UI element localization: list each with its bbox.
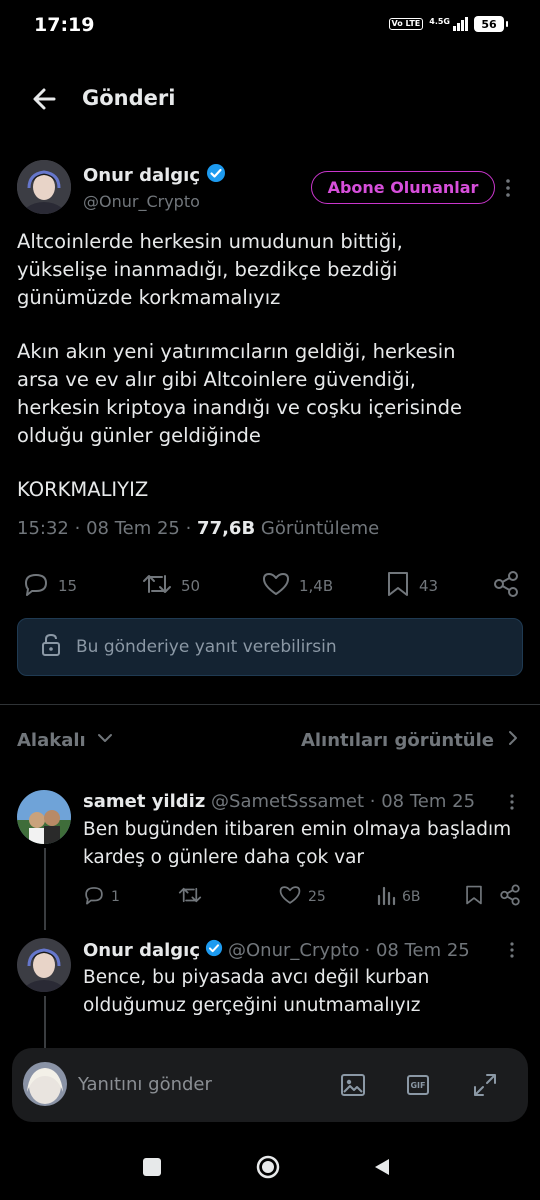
more-options-icon[interactable] [504,178,512,201]
like-button[interactable]: 1,4B [261,570,333,602]
status-icons: Vo LTE 4.5G 56 [388,16,508,32]
my-avatar[interactable] [23,1062,67,1106]
lock-icon [40,633,62,662]
reply-reply-count: 1 [111,889,120,905]
author-name-row[interactable]: Onur dalgıç [83,163,226,187]
reply-icon [22,570,50,602]
reply-author-name[interactable]: samet yildiz [83,791,205,812]
reply-author-handle[interactable]: @SametSssamet [211,791,364,812]
reply-input-placeholder[interactable]: Yanıtını gönder [78,1074,212,1095]
bookmark-button[interactable]: 43 [385,570,438,602]
post-date: 08 Tem 25 [86,518,180,539]
recents-button[interactable] [143,1158,161,1176]
reply-header: samet yildiz @SametSssamet · 08 Tem 25 [83,791,475,812]
nav-back-button[interactable] [372,1157,392,1181]
repost-count: 50 [181,577,201,595]
subscribe-button[interactable]: Abone Olunanlar [311,171,495,204]
sort-dropdown[interactable]: Alakalı [17,729,114,752]
reply-reply-button[interactable]: 1 [83,884,120,910]
bookmark-icon [385,570,411,602]
signal-icon: 4.5G [429,17,468,31]
battery-icon: 56 [474,16,508,32]
reply-share-icon[interactable] [498,883,522,911]
volte-icon: Vo LTE [388,18,424,30]
status-time: 17:19 [34,14,95,36]
reply-restriction-banner: Bu gönderiye yanıt verebilirsin [17,618,523,676]
reply-author-name[interactable]: Onur dalgıç [83,940,200,961]
reply-header: Onur dalgıç @Onur_Crypto · 08 Tem 25 [83,939,470,962]
home-button[interactable] [256,1155,280,1179]
post-meta: 15:32 · 08 Tem 25 · 77,6B Görüntüleme [17,518,380,539]
back-arrow-icon[interactable] [28,82,62,116]
repost-icon [141,570,173,602]
network-type: 4.5G [429,17,450,26]
verified-badge-icon [205,939,223,962]
post-text-paragraph-2: Akın akın yeni yatırımcıların geldiği, h… [17,340,463,447]
analytics-icon [376,884,396,910]
reply-more-icon[interactable] [509,793,515,815]
image-icon[interactable] [340,1072,366,1102]
view-quotes-link[interactable]: Alıntıları görüntüle [301,729,520,752]
post-text-paragraph-3: KORKMALIYIZ [17,478,149,501]
share-icon[interactable] [491,569,521,603]
like-count: 1,4B [299,577,334,595]
view-quotes-label: Alıntıları görüntüle [300,730,494,751]
author-avatar[interactable] [17,160,71,214]
heart-icon [278,884,302,910]
chevron-down-icon [96,729,114,752]
reply-date: · 08 Tem 25 [369,791,476,812]
reply-icon [83,884,105,910]
verified-badge-icon [206,163,226,187]
post-views-count[interactable]: 77,6B [197,518,255,539]
reply-text: Ben bugünden itibaren emin olmaya başlad… [83,819,512,868]
reply-repost-button[interactable] [177,884,209,910]
thread-line [44,996,46,1048]
section-divider [0,704,540,705]
sort-label: Alakalı [17,730,86,751]
post-text-paragraph-1: Altcoinlerde herkesin umudunun bittiği, … [17,230,403,309]
bookmark-count: 43 [419,577,439,595]
reply-restriction-text: Bu gönderiye yanıt verebilirsin [76,637,337,657]
gif-icon[interactable]: GIF [407,1075,429,1095]
post-views-label: Görüntüleme [260,518,380,539]
author-name[interactable]: Onur dalgıç [83,165,200,186]
reply-more-icon[interactable] [509,941,515,963]
author-handle[interactable]: @Onur_Crypto [83,192,200,211]
repost-icon [177,884,203,910]
repost-button[interactable]: 50 [141,570,200,602]
reply-views-button[interactable]: 6B [376,884,421,910]
post-time: 15:32 [17,518,69,539]
reply-bookmark-icon[interactable] [464,884,484,910]
reply-like-count: 25 [308,889,326,905]
heart-icon [261,570,291,602]
thread-line [44,848,46,930]
reply-avatar[interactable] [17,938,71,992]
reply-like-button[interactable]: 25 [278,884,326,910]
reply-count: 15 [58,577,78,595]
reply-text: Bence, bu piyasada avcı değil kurban old… [83,967,430,1016]
reply-button[interactable]: 15 [22,570,77,602]
reply-avatar[interactable] [17,790,71,844]
chevron-right-icon [506,729,520,752]
reply-views-count: 6B [402,889,421,905]
reply-date: · 08 Tem 25 [364,940,470,961]
expand-icon[interactable] [472,1072,498,1102]
reply-author-handle[interactable]: @Onur_Crypto [228,940,360,961]
page-title: Gönderi [82,86,176,110]
